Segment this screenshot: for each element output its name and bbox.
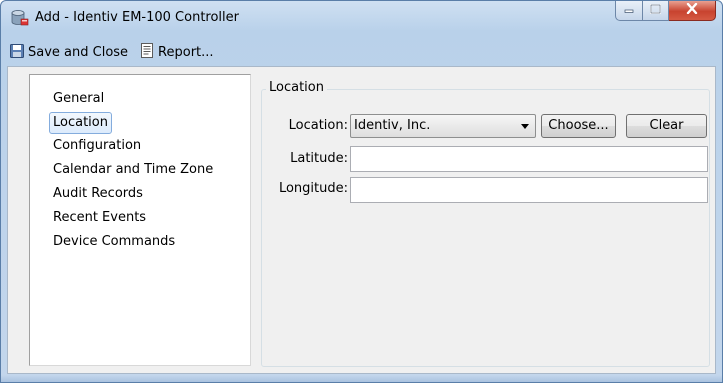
nav-item-device-commands[interactable]: Device Commands <box>50 232 178 252</box>
report-label: Report... <box>158 45 214 60</box>
latitude-field-box <box>350 146 708 172</box>
nav-item-recent-events[interactable]: Recent Events <box>50 208 149 228</box>
longitude-field-box <box>350 177 708 203</box>
nav-item-location[interactable]: Location <box>49 112 112 134</box>
nav-item-general[interactable]: General <box>50 89 107 109</box>
location-dropdown-value: Identiv, Inc. <box>354 118 431 133</box>
latitude-field[interactable] <box>351 147 707 171</box>
save-disk-icon <box>10 43 28 62</box>
save-and-close-button[interactable]: Save and Close <box>7 42 131 64</box>
longitude-label: Longitude: <box>278 181 348 196</box>
window-title: Add - Identiv EM-100 Controller <box>35 10 239 25</box>
nav-item-calendar-and-time-zone[interactable]: Calendar and Time Zone <box>50 160 216 180</box>
title-bar[interactable]: Add - Identiv EM-100 Controller <box>1 1 722 35</box>
database-icon <box>11 10 29 26</box>
minimize-icon <box>624 3 634 18</box>
close-icon <box>686 2 698 18</box>
nav-item-configuration[interactable]: Configuration <box>50 136 144 156</box>
chevron-down-icon <box>521 124 529 129</box>
window-controls <box>615 1 716 21</box>
report-button[interactable]: Report... <box>137 41 217 64</box>
save-and-close-label: Save and Close <box>28 45 129 60</box>
minimize-button[interactable] <box>615 1 643 21</box>
location-dropdown[interactable]: Identiv, Inc. <box>350 114 536 138</box>
app-window: Add - Identiv EM-100 Controller Save and… <box>0 0 723 383</box>
latitude-label: Latitude: <box>290 151 348 166</box>
close-button[interactable] <box>669 1 716 21</box>
content-panel: General Location Configuration Calendar … <box>7 66 716 374</box>
location-group-title: Location <box>266 80 327 95</box>
location-label: Location: <box>288 118 348 133</box>
maximize-button[interactable] <box>643 1 669 21</box>
maximize-icon <box>650 3 661 18</box>
longitude-field[interactable] <box>351 178 707 202</box>
toolbar: Save and Close Report... <box>7 39 716 66</box>
window-bottom-border <box>1 375 722 382</box>
navigation-list: General Location Configuration Calendar … <box>29 74 251 366</box>
choose-button[interactable]: Choose... <box>541 114 616 138</box>
report-icon <box>140 43 158 62</box>
nav-item-audit-records[interactable]: Audit Records <box>50 184 146 204</box>
clear-button[interactable]: Clear <box>626 114 707 138</box>
